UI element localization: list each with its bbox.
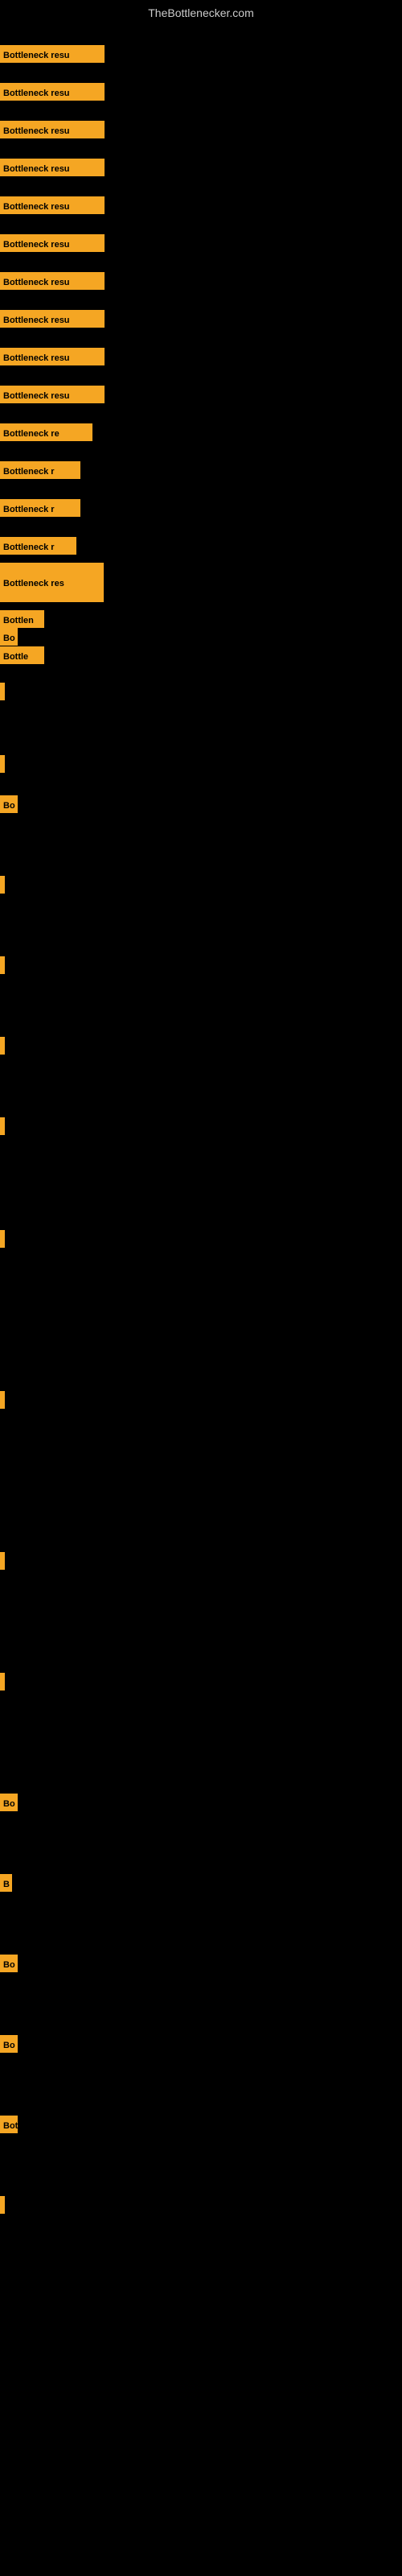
bar-label: B [0,1874,12,1892]
bar-label: Bot [0,2116,18,2133]
bar-item: Bot [0,2116,18,2133]
bar-label: Bottleneck resu [0,196,105,214]
bar-item: Bottle [0,646,44,664]
bar-tick [0,1230,5,1248]
bar-label: Bottleneck r [0,499,80,517]
bar-label: Bo [0,795,18,813]
bar-tick [0,1552,5,1570]
bar-label: Bottleneck resu [0,234,105,252]
bar-label: Bottle [0,646,44,664]
bar-item [0,1037,5,1055]
bar-item: Bo [0,2035,18,2053]
bar-tick [0,1673,5,1690]
bar-item: Bottleneck re [0,423,92,441]
bar-tick [0,1391,5,1409]
bar-item: Bo [0,1955,18,1972]
bar-item: B [0,1874,12,1892]
bar-label: Bottleneck resu [0,121,105,138]
bar-tick [0,876,5,894]
bar-label: Bottleneck resu [0,83,105,101]
bar-tick [0,1117,5,1135]
bar-item [0,2196,5,2214]
bar-item: Bottleneck resu [0,234,105,252]
bar-item: Bottleneck resu [0,272,105,290]
bar-item: Bo [0,795,18,813]
bar-label: Bottleneck resu [0,386,105,403]
bar-item: Bottleneck res [0,563,104,602]
bar-item: Bottleneck resu [0,196,105,214]
bar-label: Bo [0,2035,18,2053]
bar-label: Bottleneck resu [0,310,105,328]
bar-tick [0,956,5,974]
bar-item [0,876,5,894]
bar-label: Bottleneck r [0,461,80,479]
bar-label: Bottleneck resu [0,159,105,176]
chart-container: Bottleneck resu Bottleneck resu Bottleneck… [0,23,402,2566]
bar-item [0,1117,5,1135]
bar-item [0,755,5,773]
bar-label: Bottlen [0,610,44,628]
bar-tick [0,2196,5,2214]
bar-label: Bottleneck resu [0,45,105,63]
bar-item: Bottleneck r [0,499,80,517]
bar-item: Bottleneck resu [0,348,105,365]
bar-label: Bo [0,1794,18,1811]
bar-item: Bottleneck resu [0,121,105,138]
bar-label: Bottleneck res [0,563,104,602]
bar-tick [0,1037,5,1055]
bar-item: Bottleneck resu [0,45,105,63]
bar-item [0,1391,5,1409]
bar-tick [0,683,5,700]
site-title: TheBottlenecker.com [0,0,402,23]
bar-label: Bo [0,628,18,646]
bar-item [0,1552,5,1570]
bar-item [0,1230,5,1248]
bar-item: Bottleneck resu [0,159,105,176]
bar-label: Bottleneck resu [0,272,105,290]
bar-item [0,683,5,700]
bar-item: Bottleneck resu [0,386,105,403]
bar-item: Bottleneck r [0,461,80,479]
bar-item: Bo [0,628,18,646]
bar-item: Bottlen [0,610,44,628]
bar-tick [0,755,5,773]
bar-item: Bo [0,1794,18,1811]
bar-item: Bottleneck resu [0,83,105,101]
bar-item: Bottleneck r [0,537,76,555]
bar-label: Bo [0,1955,18,1972]
bar-item [0,956,5,974]
bar-label: Bottleneck re [0,423,92,441]
bar-label: Bottleneck resu [0,348,105,365]
bar-item: Bottleneck resu [0,310,105,328]
bar-item [0,1673,5,1690]
bar-label: Bottleneck r [0,537,76,555]
